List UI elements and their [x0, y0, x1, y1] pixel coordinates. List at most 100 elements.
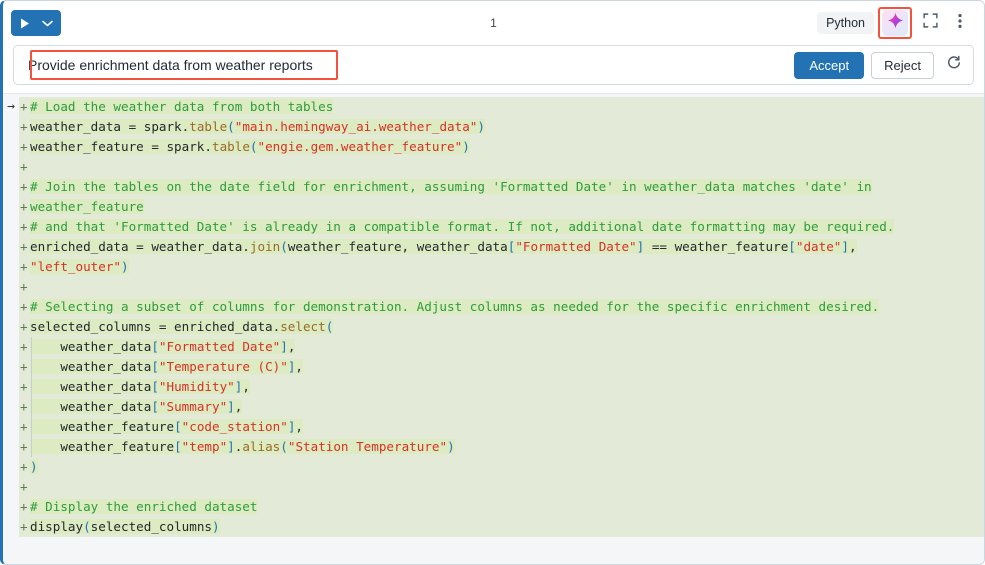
code-line[interactable]: →+# Load the weather data from both tabl… [3, 97, 984, 117]
prompt-input-wrap [22, 50, 786, 80]
code-line[interactable]: +selected_columns = enriched_data.select… [3, 317, 984, 337]
token-plain: , [242, 379, 250, 394]
token-str: "Temperature (C)" [159, 359, 288, 374]
diff-added-text: ) [30, 459, 38, 474]
line-gutter [3, 137, 19, 157]
token-paren: ( [326, 319, 334, 334]
code-line[interactable]: + [3, 157, 984, 177]
code-line[interactable]: +# Display the enriched dataset [3, 497, 984, 517]
chevron-down-icon[interactable] [37, 12, 57, 34]
code-line[interactable]: + weather_data["Formatted Date"], [3, 337, 984, 357]
token-paren: ) [447, 439, 455, 454]
code-line-text: enriched_data = weather_data.join(weathe… [30, 237, 984, 257]
token-str: "left_outer" [30, 259, 121, 274]
line-gutter [3, 237, 19, 257]
line-gutter [3, 377, 19, 397]
more-vertical-icon [958, 13, 962, 34]
line-gutter [3, 157, 19, 177]
code-line[interactable]: +weather_data = spark.table("main.heming… [3, 117, 984, 137]
regenerate-button[interactable] [941, 52, 967, 78]
token-plain: selected_columns [91, 519, 212, 534]
line-gutter [3, 217, 19, 237]
indent-guide [31, 377, 32, 397]
code-line-text: weather_data = spark.table("main.hemingw… [30, 117, 984, 137]
diff-added-text: weather_data["Humidity"], [30, 379, 250, 394]
editor-empty-space[interactable] [3, 537, 984, 565]
ai-prompt-input[interactable] [22, 57, 786, 73]
code-line-text: "left_outer") [30, 257, 984, 277]
accept-button[interactable]: Accept [794, 52, 864, 79]
diff-add-marker: + [19, 97, 30, 117]
code-line[interactable]: + weather_feature["temp"].alias("Station… [3, 437, 984, 457]
code-line[interactable]: +display(selected_columns) [3, 517, 984, 537]
code-line[interactable]: +weather_feature [3, 197, 984, 217]
indent-guide [31, 397, 32, 417]
code-line-text: selected_columns = enriched_data.select( [30, 317, 984, 337]
code-line[interactable]: + weather_data["Humidity"], [3, 377, 984, 397]
diff-added-text: # Join the tables on the date field for … [30, 179, 872, 194]
run-cell-button[interactable] [11, 10, 61, 36]
fullscreen-button[interactable] [916, 9, 944, 37]
token-paren: [ [151, 339, 159, 354]
code-line-text: ) [30, 457, 984, 477]
code-line-text: weather_feature["temp"].alias("Station T… [30, 437, 984, 457]
diff-add-marker: + [19, 497, 30, 517]
code-lines-container: →+# Load the weather data from both tabl… [3, 94, 984, 537]
token-fn: table [189, 119, 227, 134]
indent-guide [31, 437, 32, 457]
code-line[interactable]: +) [3, 457, 984, 477]
code-line-text: weather_feature [30, 197, 984, 217]
token-str: "Formatted Date" [159, 339, 280, 354]
code-line-text: # Selecting a subset of columns for demo… [30, 297, 984, 317]
line-gutter [3, 417, 19, 437]
code-line-text: weather_data["Temperature (C)"], [30, 357, 984, 377]
code-line[interactable]: +weather_feature = spark.table("engie.ge… [3, 137, 984, 157]
token-plain: , [849, 239, 857, 254]
code-line[interactable]: +enriched_data = weather_data.join(weath… [3, 237, 984, 257]
diff-added-text: # Selecting a subset of columns for demo… [30, 299, 879, 314]
diff-added-text: enriched_data = weather_data.join(weathe… [30, 239, 857, 254]
token-str: "temp" [182, 439, 228, 454]
code-line[interactable]: +# and that 'Formatted Date' is already … [3, 217, 984, 237]
code-line[interactable]: + weather_data["Summary"], [3, 397, 984, 417]
token-fn: table [212, 139, 250, 154]
token-str: "Summary" [159, 399, 227, 414]
token-paren: [ [174, 439, 182, 454]
token-paren: ( [280, 239, 288, 254]
code-line[interactable]: + [3, 277, 984, 297]
code-line[interactable]: + [3, 477, 984, 497]
code-diff-editor[interactable]: →+# Load the weather data from both tabl… [3, 93, 984, 565]
diff-added-text: weather_feature["code_station"], [30, 419, 303, 434]
sparkle-icon [887, 12, 904, 34]
code-line[interactable]: +"left_outer") [3, 257, 984, 277]
code-line-text: weather_data["Humidity"], [30, 377, 984, 397]
ai-assistant-button[interactable] [882, 10, 908, 36]
code-line[interactable]: + weather_feature["code_station"], [3, 417, 984, 437]
reject-button[interactable]: Reject [871, 52, 934, 79]
diff-added-text: weather_feature [30, 199, 144, 214]
code-line[interactable]: +# Join the tables on the date field for… [3, 177, 984, 197]
diff-add-marker: + [19, 277, 30, 297]
code-line[interactable]: + weather_data["Temperature (C)"], [3, 357, 984, 377]
diff-add-marker: + [19, 217, 30, 237]
token-paren: [ [151, 379, 159, 394]
token-plain: selected_columns = enriched_data. [30, 319, 280, 334]
token-paren: [ [151, 399, 159, 414]
code-line-text: # Load the weather data from both tables [30, 97, 984, 117]
diff-add-marker: + [19, 457, 30, 477]
code-line[interactable]: +# Selecting a subset of columns for dem… [3, 297, 984, 317]
line-gutter [3, 257, 19, 277]
code-line-text: weather_feature["code_station"], [30, 417, 984, 437]
token-paren: ] [227, 439, 235, 454]
token-str: "engie.gem.weather_feature" [258, 139, 463, 154]
token-paren: ) [212, 519, 220, 534]
line-gutter [3, 397, 19, 417]
current-line-arrow-icon: → [3, 97, 19, 117]
token-paren: ( [83, 519, 91, 534]
diff-add-marker: + [19, 297, 30, 317]
code-line-text: weather_feature = spark.table("engie.gem… [30, 137, 984, 157]
language-selector[interactable]: Python [817, 12, 874, 34]
refresh-icon [946, 55, 962, 76]
token-cmt: # Join the tables on the date field for … [30, 179, 872, 194]
more-options-button[interactable] [946, 9, 974, 37]
